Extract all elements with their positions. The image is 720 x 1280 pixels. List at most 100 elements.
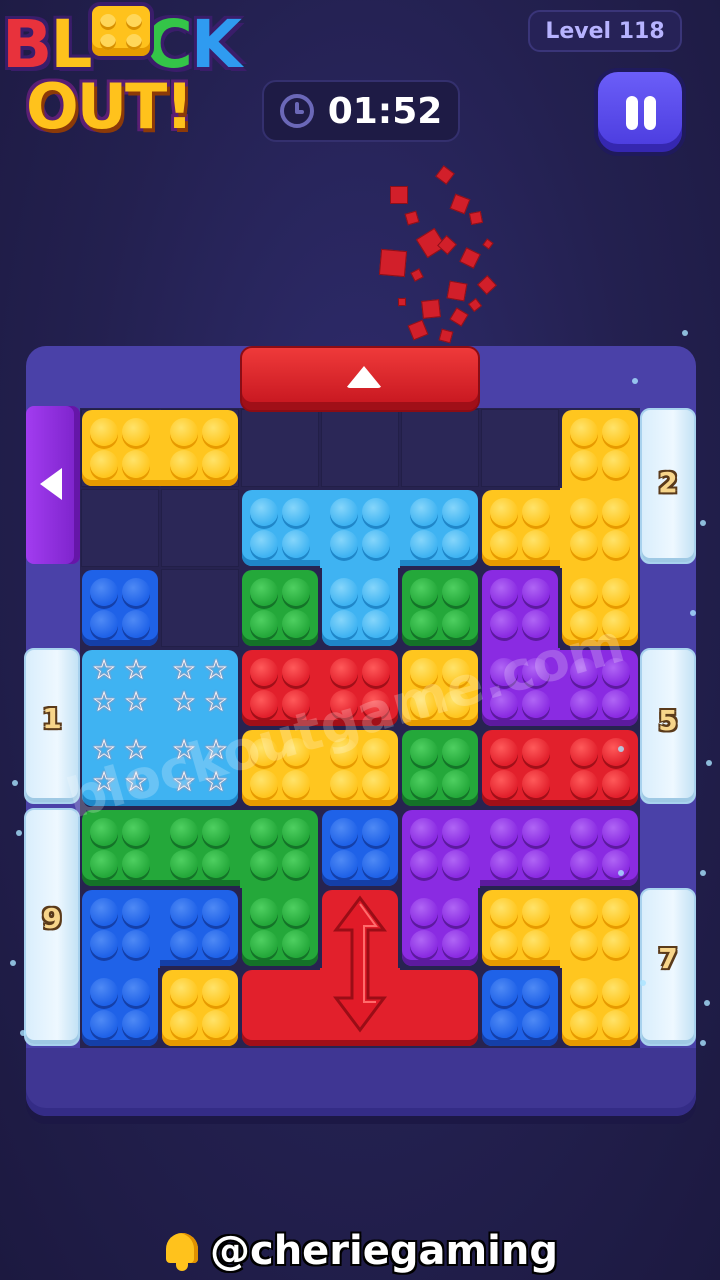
red-t-block-cell[interactable] bbox=[400, 970, 478, 1046]
vertical-move-arrow-icon bbox=[333, 895, 387, 1033]
stud bbox=[410, 578, 438, 606]
stud bbox=[442, 530, 470, 558]
stud bbox=[522, 498, 550, 526]
star-icon: ☆ bbox=[203, 685, 229, 718]
debris-piece bbox=[438, 328, 454, 344]
debris-piece bbox=[390, 186, 408, 204]
stud bbox=[602, 770, 630, 798]
stud bbox=[170, 978, 198, 1006]
stud bbox=[442, 498, 470, 526]
stud bbox=[522, 578, 550, 606]
cyan-t-block-cell[interactable] bbox=[320, 490, 400, 568]
stud bbox=[122, 578, 150, 606]
star-icon: ☆ bbox=[171, 653, 197, 686]
blue-l-block-cell[interactable] bbox=[82, 968, 158, 1046]
debris-piece bbox=[482, 238, 494, 250]
stud bbox=[410, 610, 438, 638]
splash-drop bbox=[690, 610, 696, 616]
stud bbox=[202, 978, 230, 1006]
stud bbox=[250, 818, 278, 846]
star-icon: ☆ bbox=[91, 653, 117, 686]
empty-cell bbox=[81, 489, 159, 567]
cyan-t-block-cell[interactable] bbox=[400, 490, 478, 566]
stud bbox=[90, 898, 118, 926]
empty-cell bbox=[161, 489, 239, 567]
stud bbox=[602, 850, 630, 878]
stud bbox=[442, 770, 470, 798]
star-icon: ☆ bbox=[203, 653, 229, 686]
debris-piece bbox=[404, 210, 420, 226]
stud bbox=[490, 818, 518, 846]
stud bbox=[250, 530, 278, 558]
stud bbox=[362, 818, 390, 846]
stud bbox=[170, 1010, 198, 1038]
stud bbox=[490, 898, 518, 926]
stud bbox=[202, 418, 230, 446]
stud bbox=[410, 898, 438, 926]
green-l-block-cell[interactable] bbox=[160, 810, 240, 886]
purple-bar-block-cell[interactable] bbox=[480, 810, 560, 886]
stud bbox=[410, 930, 438, 958]
stud bbox=[490, 610, 518, 638]
stud bbox=[330, 770, 358, 798]
debris-piece bbox=[421, 299, 441, 319]
stud bbox=[602, 578, 630, 606]
debris-piece bbox=[435, 165, 455, 185]
stud bbox=[570, 978, 598, 1006]
ice-counter: 1 bbox=[42, 702, 62, 735]
splash-drop bbox=[706, 760, 712, 766]
stud bbox=[570, 498, 598, 526]
stud bbox=[522, 1010, 550, 1038]
stud bbox=[522, 978, 550, 1006]
blue-l-block-cell[interactable] bbox=[160, 890, 238, 966]
stud bbox=[602, 450, 630, 478]
red-bar-block-2-cell[interactable] bbox=[560, 730, 638, 806]
stud bbox=[602, 930, 630, 958]
ice-wall-left-bottom: 9 bbox=[24, 808, 80, 1046]
red-t-block-cell[interactable] bbox=[242, 970, 320, 1046]
stud bbox=[602, 1010, 630, 1038]
ice-counter: 9 bbox=[42, 902, 62, 935]
yellow-j-block-bottom-cell[interactable] bbox=[562, 968, 638, 1046]
stud bbox=[570, 850, 598, 878]
stud bbox=[250, 610, 278, 638]
left-arrow-icon bbox=[40, 468, 62, 500]
green-l-block-cell[interactable] bbox=[242, 888, 318, 966]
stud bbox=[570, 898, 598, 926]
board-bottom-rail bbox=[26, 1048, 696, 1108]
stud bbox=[442, 578, 470, 606]
stud bbox=[362, 530, 390, 558]
stud bbox=[522, 770, 550, 798]
stud bbox=[282, 818, 310, 846]
stud bbox=[490, 1010, 518, 1038]
up-arrow-icon bbox=[346, 366, 382, 388]
stud bbox=[490, 850, 518, 878]
stud bbox=[282, 530, 310, 558]
stud bbox=[250, 930, 278, 958]
channel-handle: @cheriegaming bbox=[209, 1228, 558, 1274]
stud bbox=[250, 898, 278, 926]
stud bbox=[442, 898, 470, 926]
stud bbox=[522, 930, 550, 958]
purple-bar-block-cell[interactable] bbox=[402, 888, 478, 966]
stud bbox=[522, 898, 550, 926]
debris-piece bbox=[468, 210, 484, 226]
yellow-bar-block-cell[interactable] bbox=[160, 410, 238, 486]
stud bbox=[490, 978, 518, 1006]
debris-piece bbox=[378, 248, 408, 278]
stud bbox=[330, 578, 358, 606]
stud bbox=[362, 850, 390, 878]
ice-wall-right-bottom: 7 bbox=[640, 888, 696, 1046]
ice-counter: 5 bbox=[658, 704, 678, 737]
splash-drop bbox=[618, 746, 624, 752]
debris-piece bbox=[477, 275, 497, 295]
splash-drop bbox=[682, 330, 688, 336]
splash-drop bbox=[10, 960, 16, 966]
stud bbox=[490, 578, 518, 606]
yellow-j-block-cell[interactable] bbox=[560, 488, 638, 568]
stud bbox=[522, 850, 550, 878]
cyan-t-block-cell[interactable] bbox=[322, 568, 398, 646]
purple-bar-block-cell[interactable] bbox=[560, 810, 638, 886]
pause-button[interactable] bbox=[594, 68, 686, 156]
stud bbox=[90, 930, 118, 958]
